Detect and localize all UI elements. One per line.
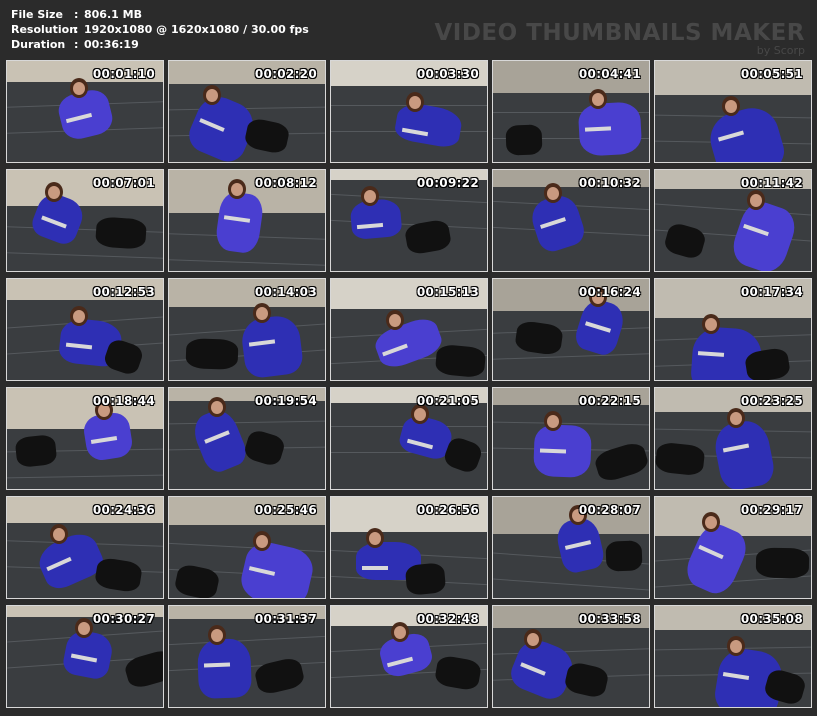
thumbnail[interactable]: 00:09:22	[330, 169, 488, 272]
file-size-value: 806.1 MB	[84, 8, 142, 21]
thumbnail[interactable]: 00:28:07	[492, 496, 650, 599]
duration-label: Duration	[11, 38, 66, 51]
thumbnail[interactable]: 00:08:12	[168, 169, 326, 272]
thumbnail[interactable]: 00:23:25	[654, 387, 812, 490]
thumbnail-timestamp: 00:07:01	[92, 176, 155, 190]
thumbnail[interactable]: 00:24:36	[6, 496, 164, 599]
watermark-title: VIDEO THUMBNAILS MAKER	[434, 20, 805, 46]
thumbnail[interactable]: 00:15:13	[330, 278, 488, 381]
thumbnail[interactable]: 00:05:51	[654, 60, 812, 163]
thumbnail[interactable]: 00:12:53	[6, 278, 164, 381]
thumbnail-timestamp: 00:21:05	[416, 394, 479, 408]
thumbnail-timestamp: 00:23:25	[740, 394, 803, 408]
thumbnail-timestamp: 00:28:07	[578, 503, 641, 517]
thumbnail-timestamp: 00:11:42	[740, 176, 803, 190]
thumbnail-timestamp: 00:26:56	[416, 503, 479, 517]
thumbnail[interactable]: 00:16:24	[492, 278, 650, 381]
resolution-row: Resolution : 1920x1080 @ 1620x1080 / 30.…	[11, 22, 309, 37]
thumbnail[interactable]: 00:25:46	[168, 496, 326, 599]
thumbnail-timestamp: 00:02:20	[254, 67, 317, 81]
thumbnail-timestamp: 00:25:46	[254, 503, 317, 517]
thumbnail[interactable]: 00:04:41	[492, 60, 650, 163]
separator: :	[74, 23, 79, 36]
duration-row: Duration : 00:36:19	[11, 37, 309, 52]
thumbnail-timestamp: 00:10:32	[578, 176, 641, 190]
thumbnail-timestamp: 00:12:53	[92, 285, 155, 299]
thumbnail-timestamp: 00:19:54	[254, 394, 317, 408]
thumbnail[interactable]: 00:29:17	[654, 496, 812, 599]
duration-value: 00:36:19	[84, 38, 139, 51]
thumbnail-timestamp: 00:30:27	[92, 612, 155, 626]
thumbnail[interactable]: 00:30:27	[6, 605, 164, 708]
file-info-panel: File Size : 806.1 MB Resolution : 1920x1…	[11, 7, 309, 52]
thumbnail[interactable]: 00:03:30	[330, 60, 488, 163]
thumbnail-timestamp: 00:31:37	[254, 612, 317, 626]
file-size-label: File Size	[11, 8, 63, 21]
thumbnail[interactable]: 00:10:32	[492, 169, 650, 272]
thumbnail-timestamp: 00:22:15	[578, 394, 641, 408]
thumbnail-grid: 00:01:10 00:02:20 00:03:30 00:04:41 00:05:51…	[6, 60, 812, 708]
thumbnail-timestamp: 00:08:12	[254, 176, 317, 190]
thumbnail[interactable]: 00:02:20	[168, 60, 326, 163]
thumbnail-timestamp: 00:18:44	[92, 394, 155, 408]
resolution-label: Resolution	[11, 23, 78, 36]
thumbnail[interactable]: 00:21:05	[330, 387, 488, 490]
thumbnail-timestamp: 00:05:51	[740, 67, 803, 81]
thumbnail[interactable]: 00:26:56	[330, 496, 488, 599]
thumbnail-timestamp: 00:04:41	[578, 67, 641, 81]
thumbnail-timestamp: 00:35:08	[740, 612, 803, 626]
thumbnail-timestamp: 00:14:03	[254, 285, 317, 299]
thumbnail-timestamp: 00:09:22	[416, 176, 479, 190]
thumbnail-timestamp: 00:32:48	[416, 612, 479, 626]
thumbnail[interactable]: 00:19:54	[168, 387, 326, 490]
thumbnail[interactable]: 00:07:01	[6, 169, 164, 272]
resolution-value: 1920x1080 @ 1620x1080 / 30.00 fps	[84, 23, 309, 36]
thumbnail-timestamp: 00:16:24	[578, 285, 641, 299]
thumbnail[interactable]: 00:17:34	[654, 278, 812, 381]
thumbnail-timestamp: 00:24:36	[92, 503, 155, 517]
thumbnail[interactable]: 00:01:10	[6, 60, 164, 163]
separator: :	[74, 8, 79, 21]
separator: :	[74, 38, 79, 51]
thumbnail[interactable]: 00:11:42	[654, 169, 812, 272]
watermark: VIDEO THUMBNAILS MAKER by Scorp	[434, 20, 805, 57]
thumbnail-timestamp: 00:15:13	[416, 285, 479, 299]
thumbnail[interactable]: 00:32:48	[330, 605, 488, 708]
thumbnail-timestamp: 00:01:10	[92, 67, 155, 81]
file-size-row: File Size : 806.1 MB	[11, 7, 309, 22]
thumbnail[interactable]: 00:18:44	[6, 387, 164, 490]
thumbnail[interactable]: 00:14:03	[168, 278, 326, 381]
watermark-subtitle: by Scorp	[756, 44, 805, 57]
thumbnail-timestamp: 00:03:30	[416, 67, 479, 81]
thumbnail[interactable]: 00:33:58	[492, 605, 650, 708]
thumbnail[interactable]: 00:31:37	[168, 605, 326, 708]
thumbnail-timestamp: 00:33:58	[578, 612, 641, 626]
thumbnail-timestamp: 00:17:34	[740, 285, 803, 299]
thumbnail-timestamp: 00:29:17	[740, 503, 803, 517]
thumbnail[interactable]: 00:22:15	[492, 387, 650, 490]
thumbnail[interactable]: 00:35:08	[654, 605, 812, 708]
